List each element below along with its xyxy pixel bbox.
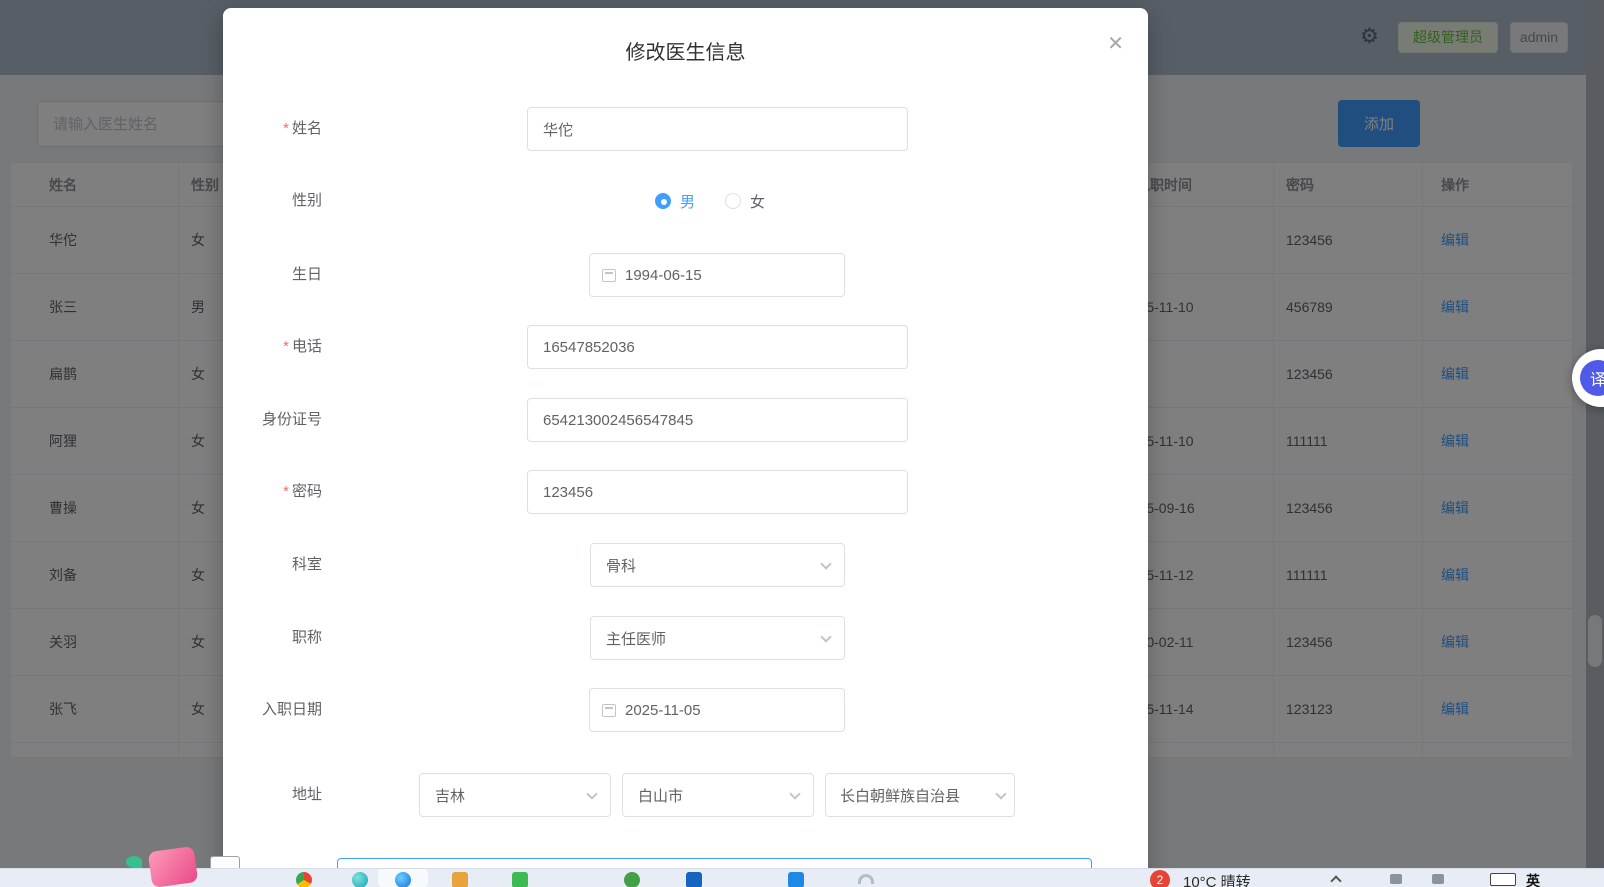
teal-app-icon[interactable]	[352, 872, 368, 887]
edit-doctor-modal: 修改医生信息 ✕ *姓名 性别 男 女 生日 1994-06-15	[223, 8, 1148, 887]
chevron-down-icon	[820, 558, 832, 570]
job-title-label: 职称	[291, 629, 322, 646]
required-mark: *	[283, 120, 289, 137]
translate-icon: 译	[1580, 360, 1604, 396]
pink-app-icon[interactable]	[147, 845, 199, 887]
edge-icon[interactable]	[395, 872, 411, 887]
modal-title: 修改医生信息	[625, 42, 746, 64]
chevron-down-icon	[995, 788, 1007, 800]
birthday-label: 生日	[291, 266, 322, 283]
gender-label: 性别	[291, 192, 322, 209]
district-select[interactable]: 长白朝鲜族自治县	[825, 773, 1015, 817]
gender-radio-group: 男 女	[655, 179, 765, 223]
close-icon[interactable]: ✕	[1107, 34, 1124, 54]
address-label: 地址	[291, 786, 322, 803]
province-select[interactable]: 吉林	[419, 773, 611, 817]
gray-app-icon[interactable]	[858, 874, 874, 884]
radio-checked-icon	[655, 193, 671, 209]
phone-label: * 电话	[283, 338, 322, 355]
radio-female[interactable]: 女	[725, 191, 765, 212]
chevron-down-icon	[820, 631, 832, 643]
blue-app-icon[interactable]	[686, 872, 702, 887]
tray-icon[interactable]	[1390, 874, 1402, 884]
calendar-icon	[602, 703, 616, 717]
amber-app-icon[interactable]	[452, 872, 468, 887]
hire-date-label: 入职日期	[261, 701, 322, 718]
password-label: * 密码	[283, 483, 322, 500]
password-field[interactable]	[527, 470, 908, 514]
green-app-icon[interactable]	[512, 872, 528, 887]
phone-field[interactable]	[527, 325, 908, 369]
city-select[interactable]: 白山市	[622, 773, 814, 817]
screen: ⚙ 超级管理员 admin 添加 姓名 性别 入职时间 密码 操作 华佗 女 1…	[0, 0, 1604, 887]
chevron-down-icon	[789, 788, 801, 800]
radio-male[interactable]: 男	[655, 191, 695, 212]
calendar-icon	[602, 268, 616, 282]
weather-widget[interactable]: 10°C 晴转	[1183, 871, 1251, 887]
name-field[interactable]	[527, 107, 908, 151]
notification-badge[interactable]: 2	[1150, 870, 1170, 887]
job-title-select[interactable]: 主任医师	[590, 616, 845, 660]
ime-indicator[interactable]: 英	[1526, 871, 1540, 887]
green-circle-app-icon[interactable]	[624, 872, 640, 887]
id-number-label: 身份证号	[261, 411, 322, 428]
tray-panel-icon[interactable]	[1490, 873, 1516, 886]
browser-icon[interactable]	[296, 872, 312, 887]
id-number-field[interactable]	[527, 398, 908, 442]
hire-date-picker[interactable]: 2025-11-05	[589, 688, 845, 732]
radio-unchecked-icon	[725, 193, 742, 209]
department-label: 科室	[291, 556, 322, 573]
blue-app-icon-2[interactable]	[788, 872, 804, 887]
tray-icon[interactable]	[1432, 874, 1444, 884]
chevron-down-icon	[586, 788, 598, 800]
sprout-icon[interactable]	[126, 856, 142, 868]
birthday-date-picker[interactable]: 1994-06-15	[589, 253, 845, 297]
department-select[interactable]: 骨科	[590, 543, 845, 587]
name-label: * 姓名	[283, 120, 322, 137]
window-preview-icon[interactable]	[210, 856, 240, 868]
